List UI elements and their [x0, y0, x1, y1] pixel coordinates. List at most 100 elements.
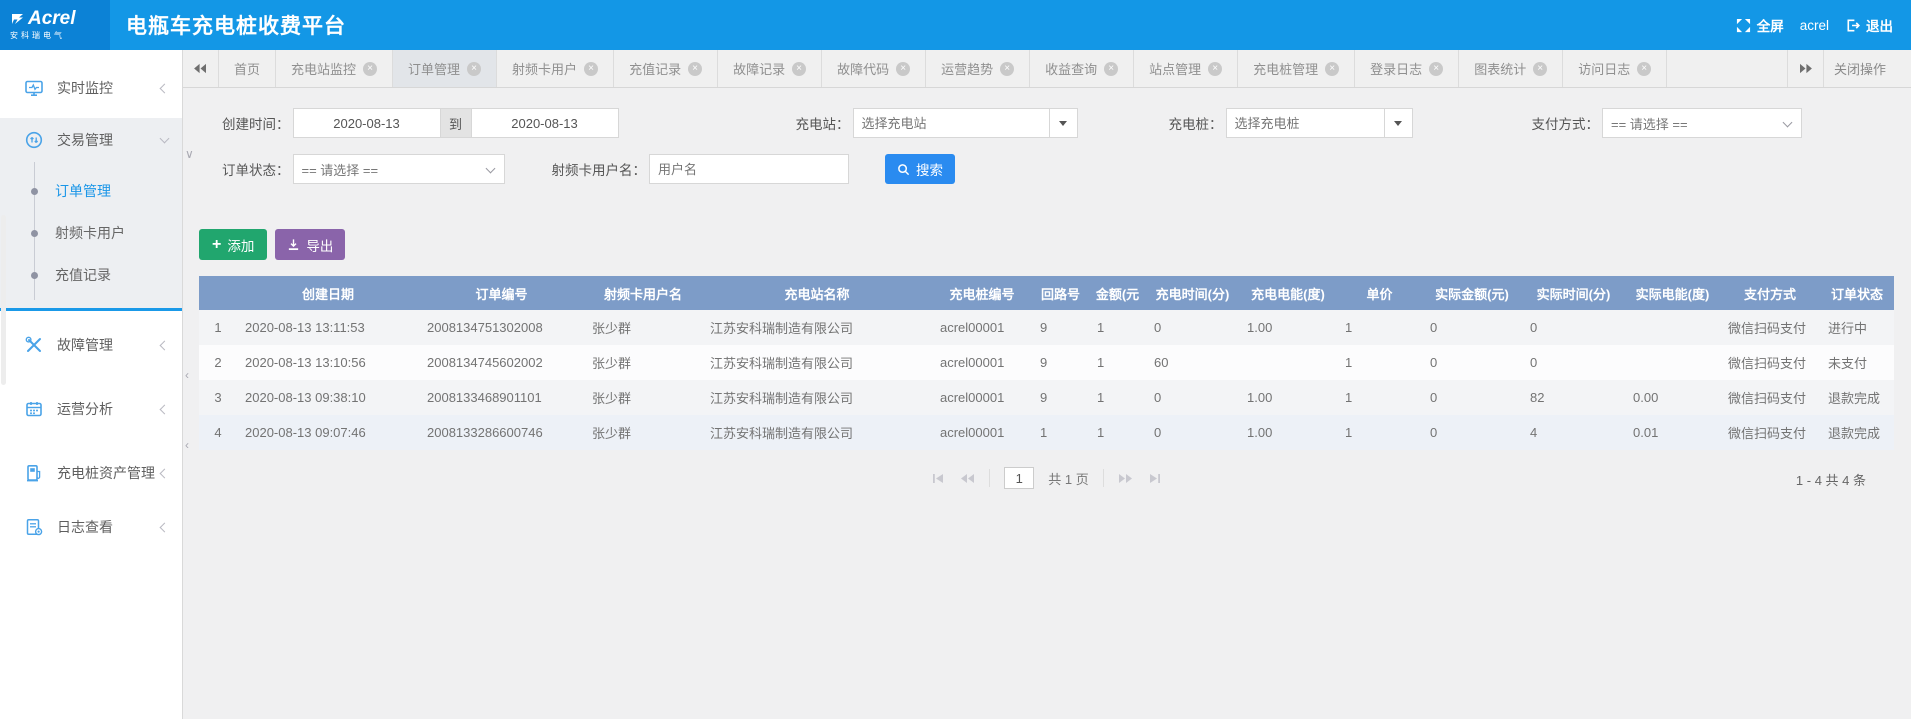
- station-dropdown-button[interactable]: [1049, 108, 1078, 138]
- tab[interactable]: 充电桩管理×: [1238, 50, 1355, 87]
- next-page-button[interactable]: [1118, 473, 1133, 484]
- tab[interactable]: 故障记录 ×: [718, 50, 822, 87]
- tab-close-icon[interactable]: ×: [1533, 62, 1547, 76]
- table-header-cell[interactable]: [199, 276, 237, 310]
- payment-select[interactable]: == 请选择 ==: [1602, 108, 1802, 138]
- sidebar-item-operation-analysis[interactable]: 运营分析: [0, 387, 182, 431]
- date-to-input[interactable]: [471, 108, 619, 138]
- tab[interactable]: 运营趋势 ×: [926, 50, 1030, 87]
- tab-close-icon[interactable]: ×: [688, 62, 702, 76]
- tab-label: 运营趋势: [941, 59, 993, 78]
- search-button[interactable]: 搜索: [885, 154, 955, 184]
- tab[interactable]: 故障代码×: [822, 50, 926, 87]
- sidebar-item-fault-mgmt[interactable]: 故障管理: [0, 323, 182, 367]
- previous-page-button[interactable]: [960, 473, 975, 484]
- table-row[interactable]: 22020-08-13 13:10:562008134745602002张少群江…: [199, 345, 1894, 380]
- table-header-cell[interactable]: 充电桩编号: [932, 276, 1032, 310]
- table-cell: 江苏安科瑞制造有限公司: [702, 310, 932, 345]
- tab-close-icon[interactable]: ×: [363, 62, 377, 76]
- tab-close-icon[interactable]: ×: [896, 62, 910, 76]
- table-header-cell[interactable]: 创建日期: [237, 276, 419, 310]
- close-operations-menu[interactable]: 关闭操作: [1823, 50, 1911, 87]
- table-header-cell[interactable]: 金额(元: [1089, 276, 1146, 310]
- tab-close-icon[interactable]: ×: [792, 62, 806, 76]
- table-header-cell[interactable]: 充电时间(分): [1146, 276, 1239, 310]
- tab[interactable]: 图表统计×: [1459, 50, 1563, 87]
- tab[interactable]: 首页: [219, 50, 276, 87]
- sidebar-item-realtime-monitor[interactable]: 实时监控: [0, 66, 182, 110]
- sidebar-item-log-view[interactable]: 日志查看: [0, 505, 182, 549]
- tab[interactable]: 登录日志 ×: [1355, 50, 1459, 87]
- tab-close-icon[interactable]: ×: [1325, 62, 1339, 76]
- table-header-cell[interactable]: 回路号: [1032, 276, 1089, 310]
- table-row[interactable]: 42020-08-13 09:07:462008133286600746张少群江…: [199, 415, 1894, 450]
- splitter-collapse-icon[interactable]: ‹: [185, 438, 189, 452]
- table-header-cell[interactable]: 射频卡用户名: [584, 276, 702, 310]
- splitter-collapse-icon[interactable]: ‹: [185, 368, 189, 382]
- table-cell: 1.00: [1239, 310, 1337, 345]
- table-header-cell[interactable]: 实际电能(度): [1625, 276, 1720, 310]
- table-row[interactable]: 32020-08-13 09:38:102008133468901101张少群江…: [199, 380, 1894, 415]
- tab-scroll-left-button[interactable]: [183, 50, 219, 87]
- station-input[interactable]: [853, 108, 1049, 138]
- panel-collapse-icon[interactable]: ∨: [185, 147, 194, 161]
- table-header-cell[interactable]: 充电站名称: [702, 276, 932, 310]
- tab-label: 故障记录: [733, 59, 785, 78]
- sidebar-item-pile-assets[interactable]: 充电桩资产管理: [0, 451, 182, 495]
- table-cell: 0: [1146, 380, 1239, 415]
- add-button[interactable]: + 添加: [199, 229, 267, 260]
- table-header-cell[interactable]: 充电电能(度): [1239, 276, 1337, 310]
- tab-scroll-right-button[interactable]: [1787, 50, 1823, 87]
- pile-combobox: [1226, 108, 1413, 138]
- double-arrow-right-icon: [1798, 63, 1813, 74]
- tab[interactable]: 收益查询×: [1030, 50, 1134, 87]
- tab[interactable]: 访问日志×: [1563, 50, 1667, 87]
- last-page-icon: [1147, 473, 1161, 484]
- tab-close-icon[interactable]: ×: [1208, 62, 1222, 76]
- username[interactable]: acrel: [1800, 18, 1829, 33]
- page-number-input[interactable]: [1004, 467, 1034, 489]
- tab-close-icon[interactable]: ×: [1104, 62, 1118, 76]
- tab-close-icon[interactable]: ×: [467, 62, 481, 76]
- date-from-input[interactable]: [293, 108, 441, 138]
- sidebar-item-transaction-mgmt[interactable]: 交易管理: [0, 118, 182, 162]
- table-cell: 1: [1089, 380, 1146, 415]
- logout-button[interactable]: 退出: [1845, 15, 1893, 35]
- table-header-cell[interactable]: 支付方式: [1720, 276, 1820, 310]
- tab-close-icon[interactable]: ×: [584, 62, 598, 76]
- tab[interactable]: 订单管理 ×: [393, 50, 497, 87]
- order-status-select[interactable]: == 请选择 ==: [293, 154, 505, 184]
- tab-close-icon[interactable]: ×: [1429, 62, 1443, 76]
- pile-dropdown-button[interactable]: [1384, 108, 1413, 138]
- table-cell: 9: [1032, 380, 1089, 415]
- table-cell: 1: [1337, 380, 1422, 415]
- export-button[interactable]: 导出: [275, 229, 345, 260]
- chevron-down-icon: [160, 133, 170, 143]
- tab[interactable]: 射频卡用户×: [497, 50, 614, 87]
- table-row[interactable]: 12020-08-13 13:11:532008134751302008张少群江…: [199, 310, 1894, 345]
- tab-label: 订单管理: [408, 59, 460, 78]
- table-header-cell[interactable]: 订单状态: [1820, 276, 1894, 310]
- sidebar-item-order-mgmt[interactable]: 订单管理: [0, 170, 182, 212]
- sidebar-item-recharge-records[interactable]: 充值记录: [0, 254, 182, 296]
- table-cell: 微信扫码支付: [1720, 415, 1820, 450]
- tab[interactable]: 站点管理×: [1134, 50, 1238, 87]
- tab[interactable]: 充电站监控×: [276, 50, 393, 87]
- tab-close-icon[interactable]: ×: [1000, 62, 1014, 76]
- table-header-cell[interactable]: 实际金额(元): [1422, 276, 1522, 310]
- sidebar-item-label: 日志查看: [57, 517, 113, 537]
- tab-close-icon[interactable]: ×: [1637, 62, 1651, 76]
- table-header-cell[interactable]: 订单编号: [419, 276, 584, 310]
- rfid-user-input[interactable]: [649, 154, 849, 184]
- last-page-button[interactable]: [1147, 473, 1161, 484]
- tab-label: 登录日志: [1370, 59, 1422, 78]
- sidebar-item-rfid-users[interactable]: 射频卡用户: [0, 212, 182, 254]
- table-cell: 退款完成: [1820, 380, 1894, 415]
- tab[interactable]: 充值记录×: [614, 50, 718, 87]
- fullscreen-button[interactable]: 全屏: [1736, 15, 1784, 35]
- pile-input[interactable]: [1226, 108, 1384, 138]
- first-page-button[interactable]: [932, 473, 946, 484]
- table-header-cell[interactable]: 实际时间(分): [1522, 276, 1625, 310]
- table-header-cell[interactable]: 单价: [1337, 276, 1422, 310]
- total-pages-label: 共 1 页: [1048, 469, 1088, 488]
